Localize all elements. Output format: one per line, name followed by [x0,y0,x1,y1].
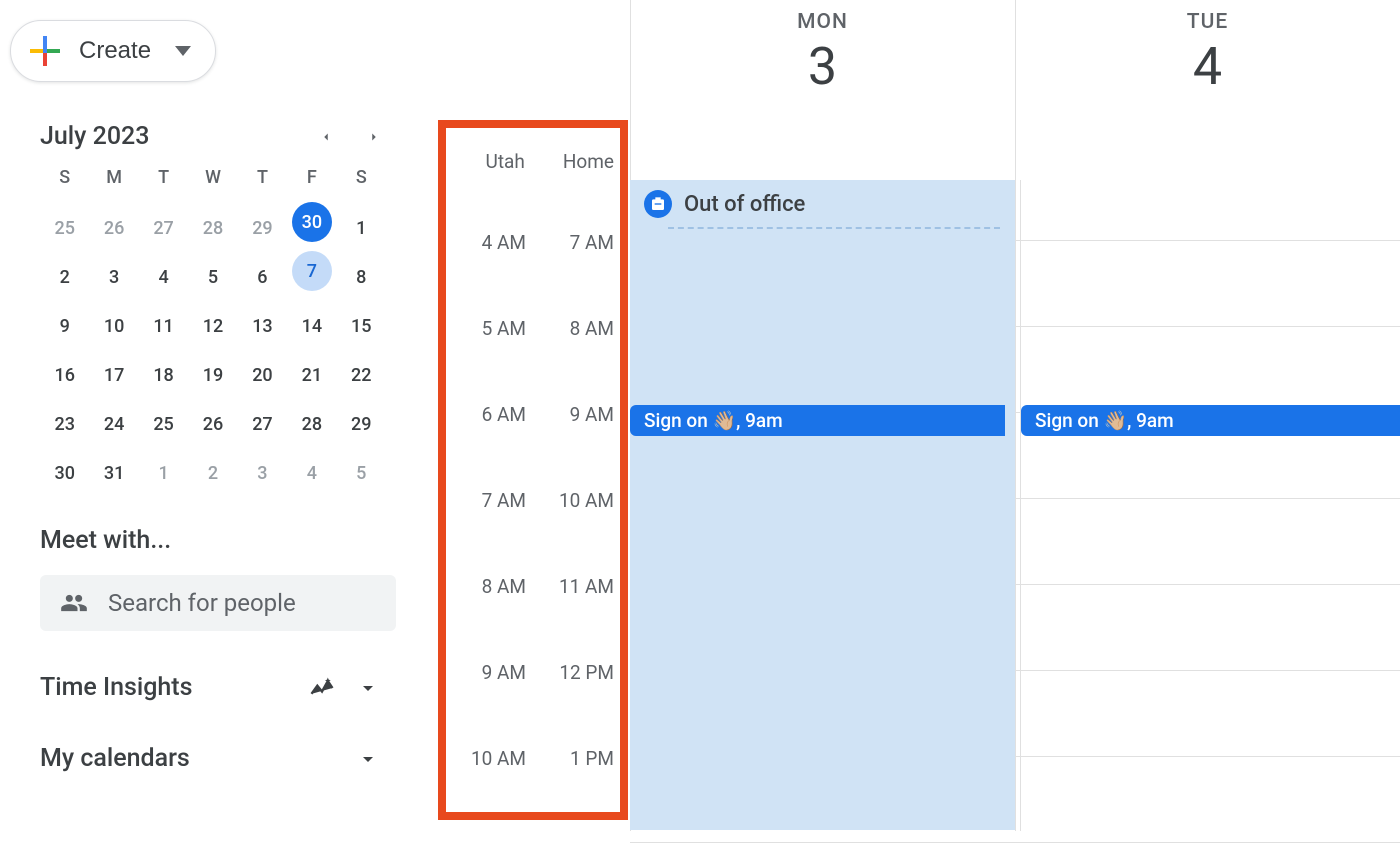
mini-day[interactable]: 18 [139,359,188,392]
mini-day[interactable]: 1 [337,212,386,245]
day-dow-0: MON [630,10,1015,34]
annotation-highlight-box [438,120,628,820]
day-dow-1: TUE [1015,10,1400,34]
mini-day[interactable]: 7 [292,251,332,291]
people-icon [60,589,88,617]
calendar-main: Utah Home 4 AM7 AM5 AM8 AM6 AM9 AM7 AM10… [420,0,1400,831]
day-columns[interactable]: MON 3 TUE 4 Out of office Sign on 👋🏼, 9a… [630,0,1400,831]
mini-day[interactable]: 13 [238,310,287,343]
mini-day[interactable]: 5 [337,457,386,490]
day-header-tue[interactable]: TUE 4 [1015,10,1400,97]
meet-with-title: Meet with... [40,526,396,555]
chevron-down-icon [356,676,380,700]
mini-dow: F [287,167,336,196]
mini-day[interactable]: 25 [40,212,89,245]
mini-day[interactable]: 26 [188,408,237,441]
mini-day[interactable]: 17 [89,359,138,392]
plus-icon [27,33,63,69]
mini-day[interactable]: 29 [238,212,287,245]
day-num-0: 3 [630,36,1015,97]
my-calendars-section[interactable]: My calendars [10,744,396,773]
mini-day[interactable]: 4 [287,457,336,490]
mini-day[interactable]: 8 [337,261,386,294]
mini-day[interactable]: 2 [40,261,89,294]
create-button-label: Create [79,37,151,65]
mini-day[interactable]: 23 [40,408,89,441]
mini-day[interactable]: 28 [188,212,237,245]
mini-day[interactable]: 15 [337,310,386,343]
out-of-office-title: Out of office [684,192,805,217]
mini-day[interactable]: 10 [89,310,138,343]
mini-day[interactable]: 27 [139,212,188,245]
mini-day[interactable]: 3 [238,457,287,490]
mini-day[interactable]: 1 [139,457,188,490]
mini-day[interactable]: 9 [40,310,89,343]
mini-dow: S [337,167,386,196]
mini-day[interactable]: 20 [238,359,287,392]
mini-dow: T [238,167,287,196]
mini-day[interactable]: 22 [337,359,386,392]
event-sign-on-tue[interactable]: Sign on 👋🏼, 9am [1021,405,1400,436]
mini-day[interactable]: 4 [139,261,188,294]
mini-day[interactable]: 16 [40,359,89,392]
mini-dow: M [89,167,138,196]
briefcase-icon [644,190,672,218]
chevron-down-icon [356,747,380,771]
mini-dow: S [40,167,89,196]
mini-day[interactable]: 25 [139,408,188,441]
mini-calendar-title: July 2023 [40,122,149,151]
day-header-mon[interactable]: MON 3 [630,10,1015,97]
mini-calendar-prev-button[interactable] [314,125,338,149]
my-calendars-title: My calendars [40,744,190,773]
mini-day[interactable]: 12 [188,310,237,343]
time-insights-title: Time Insights [40,673,192,702]
mini-day[interactable]: 21 [287,359,336,392]
mini-day[interactable]: 2 [188,457,237,490]
search-people-placeholder: Search for people [108,589,296,617]
mini-day[interactable]: 6 [238,261,287,294]
mini-dow: T [139,167,188,196]
mini-day[interactable]: 31 [89,457,138,490]
mini-day[interactable]: 11 [139,310,188,343]
search-people-input[interactable]: Search for people [40,575,396,631]
mini-day[interactable]: 30 [292,202,332,242]
caret-down-icon [175,46,191,56]
mini-day[interactable]: 3 [89,261,138,294]
time-insights-section[interactable]: Time Insights [10,673,396,702]
mini-day[interactable]: 24 [89,408,138,441]
event-sign-on-mon[interactable]: Sign on 👋🏼, 9am [630,405,1005,436]
day-num-1: 4 [1015,36,1400,97]
out-of-office-block[interactable] [630,180,1015,830]
mini-dow: W [188,167,237,196]
create-button[interactable]: Create [10,20,216,82]
mini-day[interactable]: 26 [89,212,138,245]
insights-chart-icon [308,674,336,702]
mini-day[interactable]: 19 [188,359,237,392]
sidebar: Create July 2023 SMTWTFS2526272829301234… [0,0,420,831]
out-of-office-header[interactable]: Out of office [630,180,1000,228]
mini-day[interactable]: 29 [337,408,386,441]
mini-day[interactable]: 14 [287,310,336,343]
mini-calendar-next-button[interactable] [362,125,386,149]
mini-day[interactable]: 28 [287,408,336,441]
mini-day[interactable]: 27 [238,408,287,441]
mini-calendar: July 2023 SMTWTFS25262728293012345678910… [10,122,396,490]
mini-day[interactable]: 30 [40,457,89,490]
mini-day[interactable]: 5 [188,261,237,294]
